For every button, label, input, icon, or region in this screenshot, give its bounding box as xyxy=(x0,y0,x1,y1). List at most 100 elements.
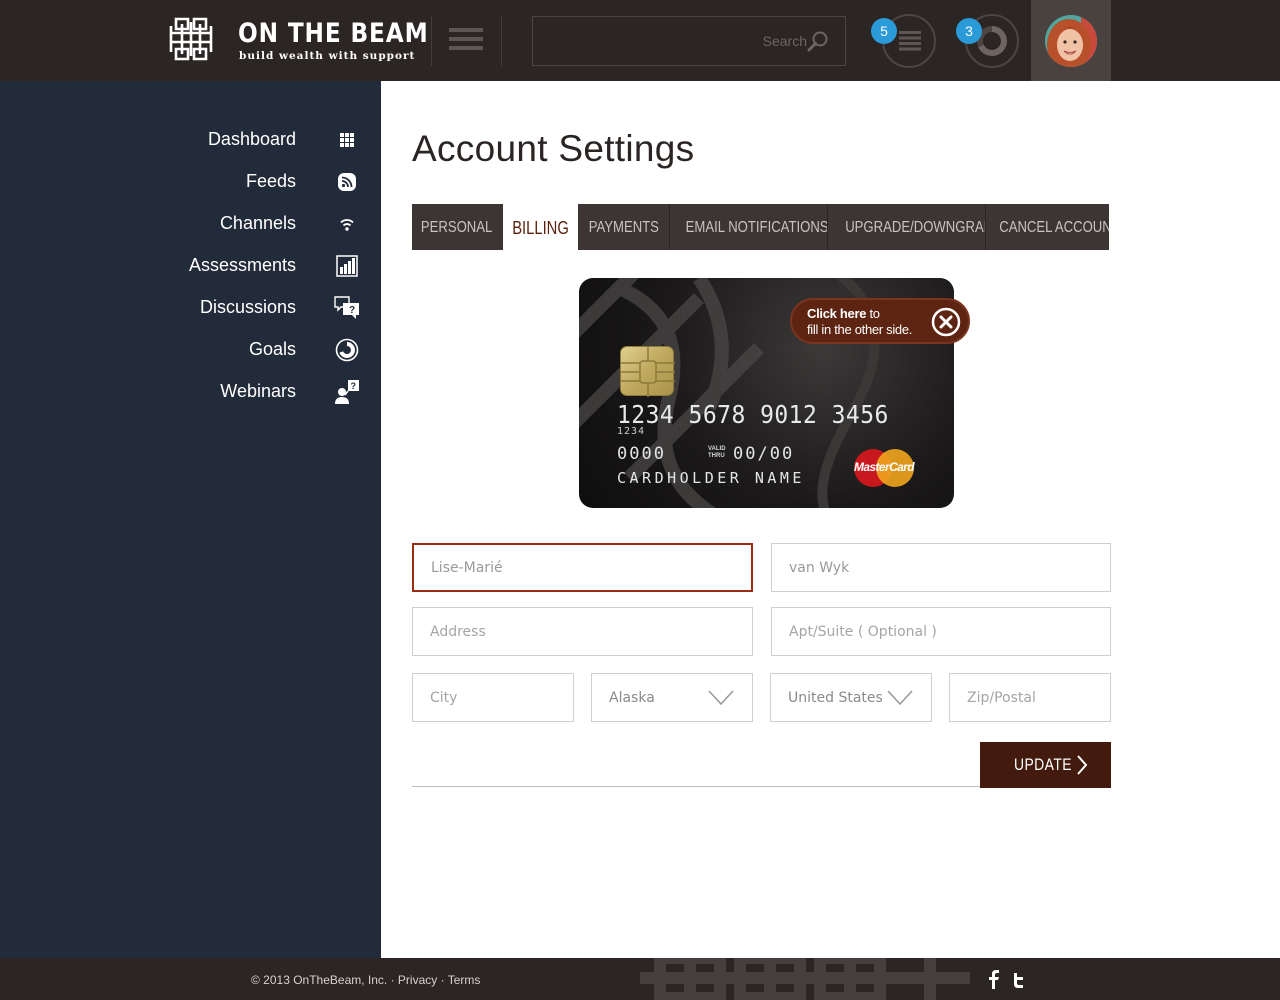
top-header: ON THE BEAM build wealth with support 5 … xyxy=(0,0,1280,81)
search-box xyxy=(532,16,846,66)
footer-sep: · xyxy=(437,973,448,987)
cardholder-name: CARDHOLDER NAME xyxy=(617,469,805,487)
copyright-text: © 2013 OnTheBeam, Inc. xyxy=(251,973,388,987)
menu-bar xyxy=(449,28,483,32)
last-name-field xyxy=(771,543,1111,592)
search-icon[interactable] xyxy=(807,30,829,52)
tooltip-rest-1: to xyxy=(866,306,880,321)
tab-billing[interactable]: BILLING xyxy=(503,204,578,250)
tab-payments[interactable]: PAYMENTS xyxy=(578,204,669,250)
sidebar-item-label: Webinars xyxy=(220,381,296,401)
rss-icon xyxy=(338,173,356,191)
header-divider xyxy=(431,16,432,66)
card-expiry: 00/00 xyxy=(733,444,795,464)
card-number-small: 1234 xyxy=(617,426,646,437)
settings-tabs: PERSONAL BILLING PAYMENTS EMAIL NOTIFICA… xyxy=(412,204,1109,250)
tab-email-notifications[interactable]: EMAIL NOTIFICATIONS xyxy=(670,204,827,250)
tooltip-text: Click here to fill in the other side. xyxy=(807,306,912,338)
address-input[interactable] xyxy=(413,608,752,655)
valid-thru-label: VALID THRU xyxy=(708,446,726,460)
presenter-question-icon: ? xyxy=(335,380,359,404)
first-name-input[interactable] xyxy=(414,545,751,590)
tab-label: PAYMENTS xyxy=(588,219,659,236)
sidebar-item-webinars[interactable]: Webinars ? xyxy=(0,373,381,411)
update-button[interactable]: UPDATE xyxy=(980,742,1111,788)
thru-line: THRU xyxy=(708,453,725,459)
logo-title: ON THE BEAM xyxy=(238,18,429,49)
wifi-icon xyxy=(340,219,354,231)
apt-suite-input[interactable] xyxy=(772,608,1110,655)
close-circle-icon[interactable] xyxy=(931,307,961,337)
feed-count-badge: 5 xyxy=(871,18,897,44)
last-name-input[interactable] xyxy=(772,544,1110,591)
tab-label: EMAIL NOTIFICATIONS xyxy=(685,219,827,236)
tooltip-line-1: Click here to xyxy=(807,306,912,322)
goal-circle-icon xyxy=(335,338,359,362)
address-field xyxy=(412,607,753,656)
menu-bar xyxy=(449,46,483,50)
footer-copyright: © 2013 OnTheBeam, Inc. · Privacy · Terms xyxy=(251,973,480,987)
form-divider xyxy=(412,786,980,787)
avatar-photo xyxy=(1045,15,1097,67)
logo-knot-icon xyxy=(169,17,213,61)
logo[interactable]: ON THE BEAM build wealth with support xyxy=(168,16,428,66)
user-menu[interactable] xyxy=(1031,0,1111,81)
avatar xyxy=(1045,15,1097,67)
mastercard-logo: MasterCard xyxy=(851,448,917,488)
terms-link[interactable]: Terms xyxy=(448,973,481,987)
tab-personal[interactable]: PERSONAL xyxy=(412,204,502,250)
list-icon xyxy=(899,31,921,51)
svg-text:?: ? xyxy=(349,305,355,316)
goals-count-badge: 3 xyxy=(956,18,982,44)
bar-chart-icon xyxy=(336,255,358,277)
logo-tagline: build wealth with support xyxy=(239,50,416,62)
state-select[interactable]: Alaska xyxy=(591,673,753,722)
flip-card-tooltip[interactable]: Click here to fill in the other side. xyxy=(790,298,970,344)
search-input[interactable] xyxy=(543,25,807,57)
first-name-field xyxy=(412,543,753,592)
grid-icon xyxy=(340,133,354,147)
country-select[interactable]: United States xyxy=(770,673,932,722)
tooltip-bold: Click here xyxy=(807,306,867,321)
chevron-down-icon xyxy=(708,690,734,706)
card-number: 1234 5678 9012 3456 xyxy=(617,400,889,429)
chevron-right-icon xyxy=(1077,755,1088,775)
menu-bar xyxy=(449,37,483,41)
tab-label: CANCEL ACCOUNT xyxy=(999,219,1109,236)
chevron-down-icon xyxy=(887,690,913,706)
header-divider xyxy=(501,16,502,66)
privacy-link[interactable]: Privacy xyxy=(398,973,437,987)
zip-field xyxy=(949,673,1111,722)
tooltip-line-2: fill in the other side. xyxy=(807,322,913,337)
sidebar-item-feeds[interactable]: Feeds xyxy=(0,163,381,201)
sidebar-item-label: Discussions xyxy=(199,297,296,317)
card-chip xyxy=(620,346,675,397)
city-input[interactable] xyxy=(413,674,573,721)
page-title: Account Settings xyxy=(412,128,695,169)
state-select-value: Alaska xyxy=(609,690,655,706)
footer-watermark-knot xyxy=(640,958,970,1000)
tab-label: BILLING xyxy=(512,218,569,238)
chat-question-icon: ? xyxy=(334,296,359,319)
twitter-icon[interactable] xyxy=(1011,969,1025,989)
sidebar-item-label: Goals xyxy=(248,339,296,359)
menu-button[interactable] xyxy=(449,28,483,54)
sidebar-item-dashboard[interactable]: Dashboard xyxy=(0,121,381,159)
sidebar-item-discussions[interactable]: Discussions ? xyxy=(0,289,381,327)
apt-suite-field xyxy=(771,607,1111,656)
mastercard-text: MasterCard xyxy=(853,460,915,474)
sidebar-item-channels[interactable]: Channels xyxy=(0,205,381,243)
card-code: 0000 xyxy=(617,444,666,464)
country-select-value: United States xyxy=(788,690,883,706)
footer: © 2013 OnTheBeam, Inc. · Privacy · Terms xyxy=(0,958,1280,1000)
zip-input[interactable] xyxy=(950,674,1110,721)
tab-label: UPGRADE/DOWNGRADE xyxy=(845,219,985,236)
sidebar-item-assessments[interactable]: Assessments xyxy=(0,247,381,285)
sidebar-item-label: Feeds xyxy=(245,171,296,191)
tab-upgrade-downgrade[interactable]: UPGRADE/DOWNGRADE xyxy=(828,204,985,250)
sidebar-item-label: Assessments xyxy=(188,255,296,275)
tab-cancel-account[interactable]: CANCEL ACCOUNT xyxy=(986,204,1109,250)
facebook-icon[interactable] xyxy=(987,969,1001,989)
city-field xyxy=(412,673,574,722)
sidebar-item-goals[interactable]: Goals xyxy=(0,331,381,369)
